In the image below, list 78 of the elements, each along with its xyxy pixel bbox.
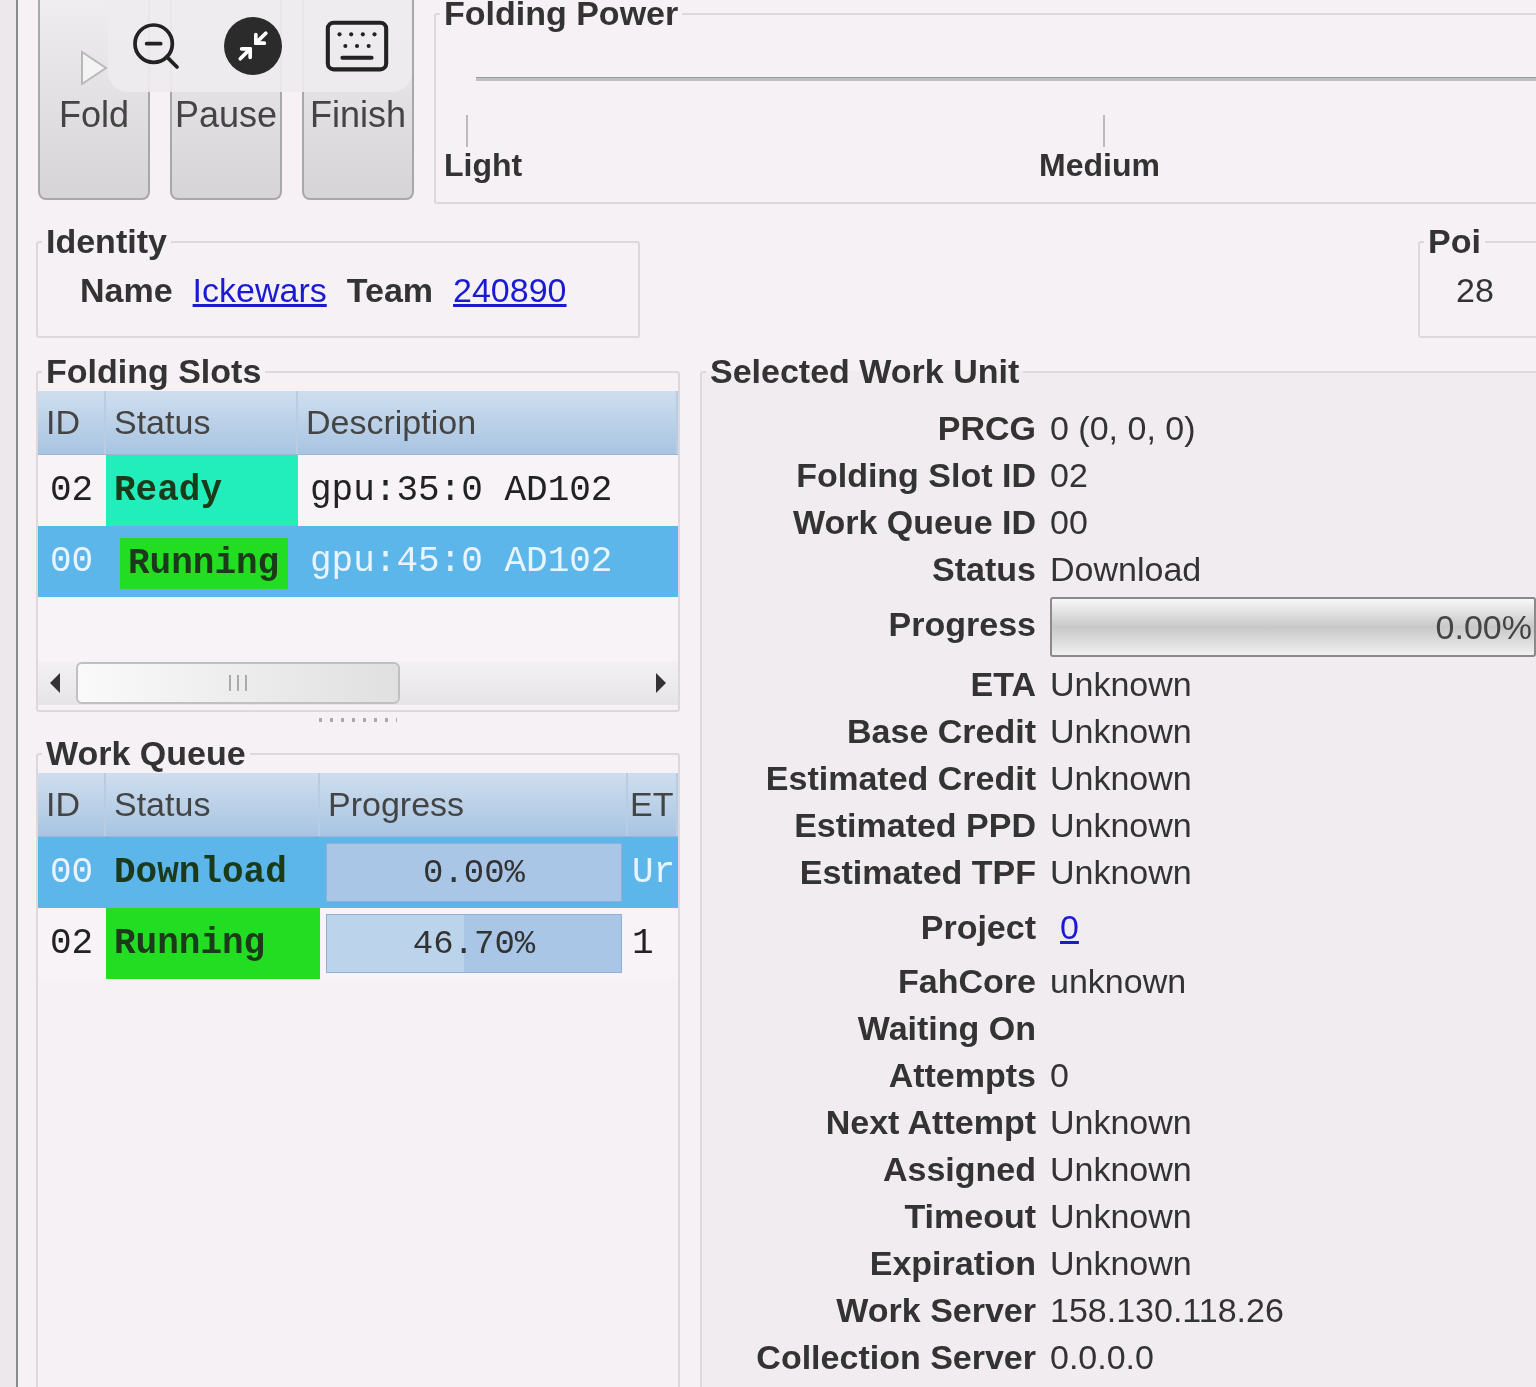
field-value: Unknown xyxy=(1050,805,1193,846)
field-label: Attempts xyxy=(887,1055,1036,1096)
field-label: Base Credit xyxy=(846,711,1036,752)
tick-label: Medium xyxy=(1039,147,1160,184)
field-value: Download xyxy=(1050,549,1203,590)
grip-icon xyxy=(227,675,249,691)
table-cell-text: Ur xyxy=(631,851,677,895)
name-label: Name xyxy=(80,271,173,310)
table-cell-text: 1 xyxy=(631,922,655,966)
field-value: Unknown xyxy=(1050,664,1193,705)
power-slider-track[interactable] xyxy=(476,77,1536,81)
status-cell: Ready xyxy=(106,455,298,526)
progress-text: 0.00% xyxy=(1435,607,1533,647)
field-value: 0.0.0.0 xyxy=(1050,1337,1155,1378)
splitter-handle[interactable] xyxy=(319,718,397,722)
field-label: PRCG xyxy=(936,408,1036,449)
field-value: 00 xyxy=(1050,502,1089,543)
tick-label: Light xyxy=(444,147,523,184)
field-value: 0 (0, 0, 0) xyxy=(1050,408,1197,449)
panel-title: Poi xyxy=(1427,222,1482,261)
table-cell-text: 00 xyxy=(49,851,95,895)
table-cell-text: gpu:35:0 AD102 xyxy=(309,469,614,513)
points-value: 28 xyxy=(1455,270,1495,310)
field-value: Unknown xyxy=(1050,1243,1193,1284)
panel-title: Identity xyxy=(45,222,168,261)
field-label: Work Server xyxy=(835,1290,1036,1331)
field-value: Unknown xyxy=(1050,1196,1193,1237)
field-label: Expiration xyxy=(868,1243,1036,1284)
field-value: 02 xyxy=(1050,455,1089,496)
field-value: Unknown xyxy=(1050,758,1193,799)
minimize-icon[interactable] xyxy=(224,17,282,75)
field-value: Unknown xyxy=(1050,1149,1193,1190)
field-value: unknown xyxy=(1050,961,1188,1002)
field-label: Estimated PPD xyxy=(793,805,1036,846)
slider-tick xyxy=(1103,115,1105,147)
field-value: 158.130.118.26 xyxy=(1050,1290,1285,1331)
team-link[interactable]: 240890 xyxy=(453,271,567,310)
panel-title: Selected Work Unit xyxy=(709,352,1021,391)
table-cell-text: gpu:45:0 AD102 xyxy=(309,540,614,584)
field-label: Assigned xyxy=(881,1149,1036,1190)
field-label: Estimated Credit xyxy=(764,758,1036,799)
field-value: Unknown xyxy=(1050,1102,1193,1143)
field-label: Next Attempt xyxy=(824,1102,1036,1143)
field-label: FahCore xyxy=(897,961,1036,1002)
field-label: Work Queue ID xyxy=(791,502,1036,543)
field-label: Folding Slot ID xyxy=(795,455,1036,496)
field-label: Collection Server xyxy=(755,1337,1036,1378)
field-label: Waiting On xyxy=(856,1008,1036,1049)
name-link[interactable]: Ickewars xyxy=(192,271,327,310)
table-row[interactable]: 00 Download 0.00% Ur xyxy=(38,837,678,908)
panel-title: Folding Power xyxy=(443,0,680,33)
table-cell-text: 02 xyxy=(49,922,95,966)
field-label: Progress xyxy=(887,604,1036,645)
project-link[interactable]: 0 xyxy=(1060,908,1079,946)
progress-text: 0.00% xyxy=(423,853,525,892)
field-label: Timeout xyxy=(903,1196,1036,1237)
slider-tick xyxy=(466,115,468,147)
field-value: Unknown xyxy=(1050,852,1193,893)
team-label: Team xyxy=(346,271,434,310)
scrollbar-thumb[interactable] xyxy=(76,662,400,704)
status-cell: Running xyxy=(120,538,288,589)
field-label: Estimated TPF xyxy=(798,852,1036,893)
horizontal-scrollbar[interactable] xyxy=(38,661,678,705)
field-label: Project xyxy=(919,907,1036,948)
scroll-left-icon[interactable] xyxy=(48,672,62,694)
status-cell-text: Download xyxy=(113,851,288,895)
field-label: Status xyxy=(931,549,1036,590)
progress-text: 46.70% xyxy=(412,924,536,963)
panel-title: Folding Slots xyxy=(45,352,263,391)
table-cell-text: 02 xyxy=(49,469,95,513)
table-row[interactable]: 00 Running gpu:45:0 AD102 xyxy=(38,526,678,597)
field-value: 0 xyxy=(1050,1055,1070,1096)
panel-title: Work Queue xyxy=(45,734,247,773)
table-cell-text: 00 xyxy=(49,540,95,584)
field-value: Unknown xyxy=(1050,711,1193,752)
status-cell: Running xyxy=(106,908,320,979)
field-label: ETA xyxy=(969,664,1036,705)
scroll-right-icon[interactable] xyxy=(654,672,668,694)
